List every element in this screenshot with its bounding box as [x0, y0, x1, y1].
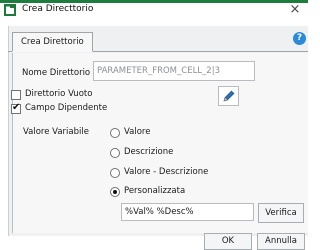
radio-descrizione-label: Descrizione [124, 147, 174, 157]
tab-crea-direttorio[interactable]: Crea Direttorio [12, 32, 93, 52]
custom-format-input[interactable]: %Val% %Desc% [121, 203, 254, 221]
dependent-field-checkbox[interactable] [11, 102, 21, 114]
help-icon[interactable]: ? [293, 32, 306, 45]
radio-valore-descrizione[interactable] [110, 168, 120, 178]
directory-name-label: Nome Direttorio [22, 68, 91, 78]
close-button[interactable]: × [286, 1, 304, 19]
empty-directory-checkbox[interactable] [11, 90, 21, 100]
window-title: Crea Directtorio [22, 4, 94, 14]
edit-button[interactable] [218, 86, 239, 106]
radio-valore-descrizione-label: Valore - Descrizione [124, 167, 209, 177]
verify-button[interactable]: Verifica [258, 203, 304, 223]
radio-valore[interactable] [110, 128, 120, 138]
green-folder-icon [4, 4, 16, 16]
variable-value-label: Valore Variabile [23, 127, 89, 137]
cancel-button[interactable]: Annulla [257, 233, 305, 250]
empty-directory-label: Direttorio Vuoto [25, 89, 93, 99]
dependent-field-label: Campo Dipendente [25, 103, 108, 113]
radio-descrizione[interactable] [110, 148, 120, 158]
radio-personalizzata[interactable] [110, 187, 120, 197]
ok-button[interactable]: OK [204, 233, 252, 250]
pencil-icon [223, 90, 235, 102]
radio-personalizzata-label: Personalizzata [124, 186, 186, 196]
directory-name-input[interactable]: PARAMETER_FROM_CELL_2|3 [93, 61, 255, 81]
radio-valore-label: Valore [124, 127, 151, 137]
